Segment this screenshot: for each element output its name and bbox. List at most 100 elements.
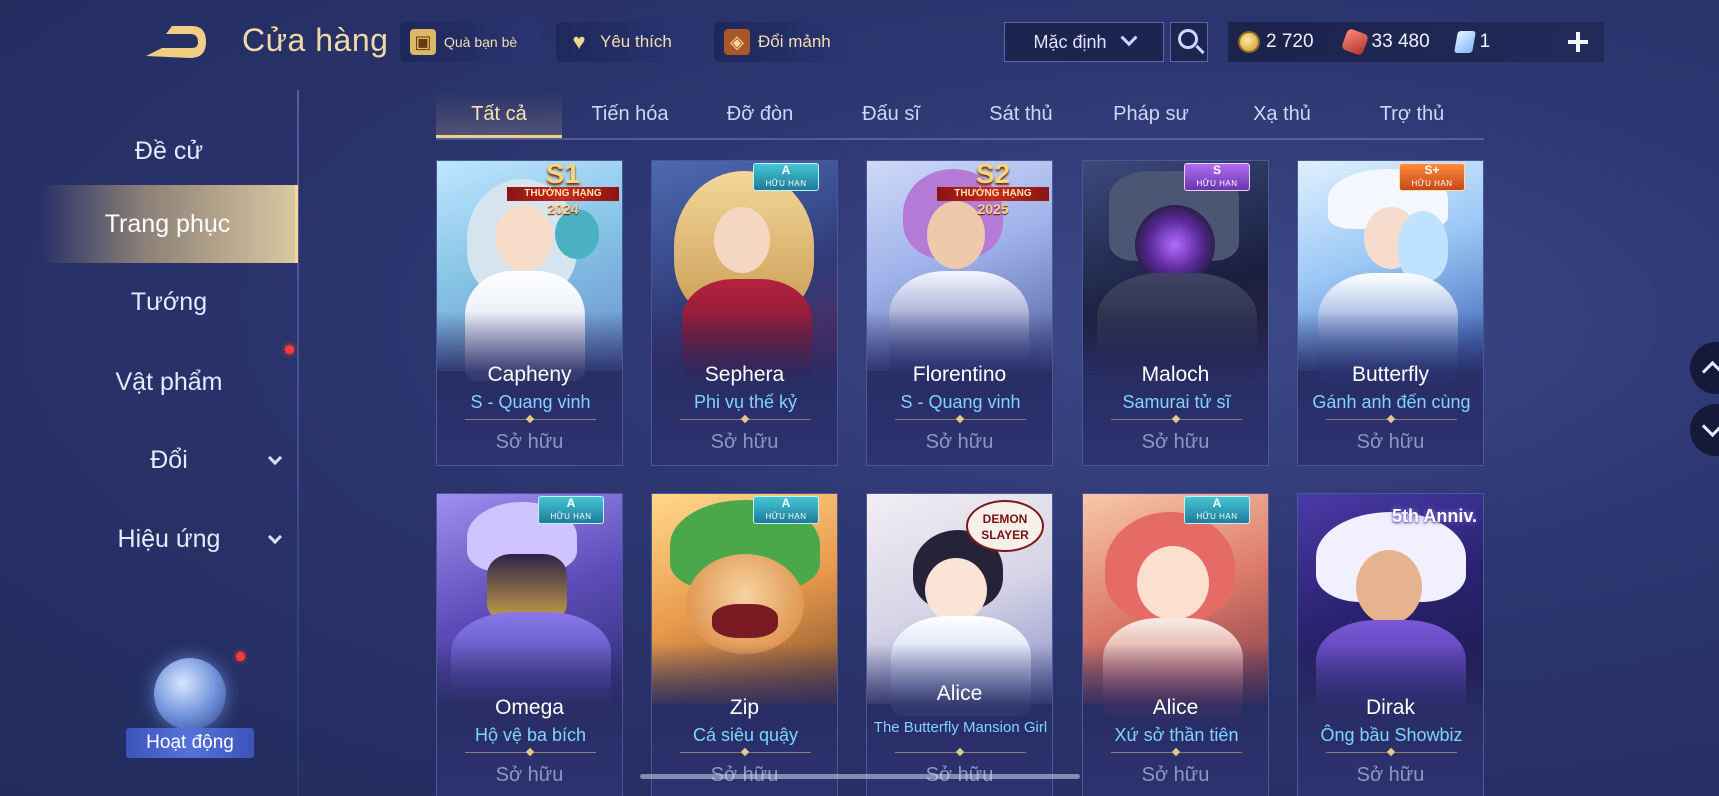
collab-logo: DEMON SLAYER [966, 500, 1044, 552]
skin-name: Ông bầu Showbiz [1320, 725, 1463, 745]
skin-card-zip[interactable]: AHỮU HẠN Zip Cá siêu quậy Sở hữu [651, 493, 838, 796]
sidebar-item-label: Hiệu ứng [117, 524, 221, 553]
favorites-label: Yêu thích [600, 32, 672, 51]
owned-status: Sở hữu [1356, 431, 1425, 453]
sort-value: Mặc định [1033, 31, 1107, 52]
notification-dot [285, 345, 294, 354]
category-tabs: Tất cả Tiến hóa Đỡ đòn Đấu sĩ Sát thủ Ph… [436, 92, 1484, 140]
tab-all[interactable]: Tất cả [436, 92, 562, 138]
skin-card-maloch[interactable]: S HỮU HẠN Maloch Samurai tử sĩ Sở hữu [1082, 160, 1269, 466]
chevron-down-icon [267, 450, 283, 466]
sidebar-item-items[interactable]: Vật phẩm [40, 343, 298, 421]
skin-name: Gánh anh đến cùng [1312, 392, 1471, 412]
card-amount: 1 [1479, 31, 1491, 52]
sidebar-item-label: Tướng [130, 287, 208, 316]
tab-mage[interactable]: Pháp sư [1088, 92, 1214, 138]
tab-fighter[interactable]: Đấu sĩ [828, 92, 954, 138]
sidebar-item-exchange[interactable]: Đổi [40, 421, 298, 499]
scroll-up-button[interactable] [1690, 342, 1719, 394]
tier-badge: S+ HỮU HẠN [1399, 163, 1465, 191]
skin-card-omega[interactable]: A HỮU HẠN Omega Hộ vệ ba bích Sở hữu [436, 493, 623, 796]
owned-status: Sở hữu [710, 431, 779, 453]
search-button[interactable] [1170, 22, 1208, 62]
voucher-amount: 33 480 [1371, 31, 1430, 52]
hero-name: Florentino [912, 363, 1007, 386]
skin-card-butterfly[interactable]: S+ HỮU HẠN Butterfly Gánh anh đến cùng Sở… [1297, 160, 1484, 466]
skin-name: S - Quang vinh [900, 392, 1021, 412]
sidebar-item-heroes[interactable]: Tướng [40, 263, 298, 341]
skin-card-alice-wonderland[interactable]: A HỮU HẠN Alice Xứ sở thần tiên Sở hữu [1082, 493, 1269, 796]
tab-marksman[interactable]: Xạ thủ [1219, 92, 1345, 138]
tab-evolution[interactable]: Tiến hóa [567, 92, 693, 138]
tier-badge: A HỮU HẠN [1184, 496, 1250, 524]
owned-status: Sở hữu [495, 764, 564, 786]
sidebar-item-effects[interactable]: Hiệu ứng [40, 500, 298, 578]
events-label: Hoạt động [126, 728, 254, 758]
horizontal-scrollbar[interactable] [640, 774, 1080, 779]
scroll-down-button[interactable] [1690, 404, 1719, 456]
anniversary-badge: 5th Anniv. [1392, 506, 1477, 526]
tier-badge: A HỮU HẠN [753, 496, 819, 524]
skin-name: Cá siêu quậy [692, 725, 799, 745]
skin-name: Hộ vệ ba bích [474, 725, 587, 745]
sidebar-item-label: Đổi [150, 445, 188, 474]
season-rank-badge: S1 THƯỞNG HẠNG 2024 [507, 161, 619, 217]
voucher-icon [1340, 27, 1369, 57]
skin-name: Xứ sở thần tiên [1114, 725, 1239, 745]
skin-grid: S1 THƯỞNG HẠNG 2024 Capheny S - Quang vi… [436, 160, 1486, 796]
tab-support[interactable]: Trợ thủ [1349, 92, 1475, 138]
card-currency: 1 [1453, 31, 1491, 53]
skin-card-alice-butterfly-mansion[interactable]: DEMON SLAYER Alice The Butterfly Mansion … [866, 493, 1053, 796]
gold-amount: 2 720 [1266, 31, 1314, 52]
hero-name: Capheny [487, 363, 572, 386]
gift-icon: ▣ [410, 29, 436, 55]
events-orb-icon [154, 658, 226, 730]
heart-icon: ♥ [572, 29, 586, 54]
skin-card-florentino[interactable]: S2 THƯỞNG HẠNG 2025 Florentino S - Quang… [866, 160, 1053, 466]
hero-name: Alice [936, 682, 983, 705]
voucher-currency: 33 480 [1340, 27, 1430, 57]
owned-status: Sở hữu [1356, 764, 1425, 786]
tab-tank[interactable]: Đỡ đòn [697, 92, 823, 138]
tier-badge: A HỮU HẠN [538, 496, 604, 524]
chevron-down-icon [267, 529, 283, 545]
owned-status: Sở hữu [495, 431, 564, 453]
back-arrow-icon[interactable] [140, 22, 210, 62]
sidebar-item-skins[interactable]: Trang phục [40, 185, 298, 263]
sidebar-item-recommended[interactable]: Đề cử [40, 112, 298, 190]
hero-name: Zip [729, 696, 760, 719]
card-icon [1453, 31, 1476, 53]
friend-gift-button[interactable]: ▣ Quà bạn bè [400, 22, 542, 62]
owned-status: Sở hữu [1141, 431, 1210, 453]
owned-status: Sở hữu [1141, 764, 1210, 786]
season-rank-badge: S2 THƯỞNG HẠNG 2025 [937, 161, 1049, 217]
sidebar-item-label: Vật phẩm [115, 367, 223, 396]
sidebar-item-label: Trang phục [104, 209, 231, 238]
skin-name: The Butterfly Mansion Girl [873, 719, 1048, 736]
owned-status: Sở hữu [925, 431, 994, 453]
hero-name: Maloch [1141, 363, 1210, 386]
skin-name: Samurai tử sĩ [1122, 392, 1231, 412]
notification-dot [236, 652, 245, 661]
skin-card-dirak[interactable]: 5th Anniv. Dirak Ông bầu Showbiz Sở hữu [1297, 493, 1484, 796]
hero-name: Dirak [1365, 696, 1415, 719]
friend-gift-label: Quà bạn bè [444, 34, 518, 50]
shard-chest-icon: ◈ [724, 29, 750, 55]
skin-name: S - Quang vinh [470, 392, 591, 412]
skin-card-sephera[interactable]: A HỮU HẠN Sephera Phi vụ thế kỷ Sở hữu [651, 160, 838, 466]
gold-coin-icon [1238, 31, 1260, 53]
shard-exchange-button[interactable]: ◈ Đổi mảnh [714, 22, 854, 62]
chevron-down-icon [1120, 29, 1138, 47]
currency-bar: 2 720 33 480 1 [1228, 22, 1604, 62]
events-button[interactable]: Hoạt động [126, 652, 254, 772]
favorites-button[interactable]: ♥ Yêu thích [556, 22, 694, 62]
sort-dropdown[interactable]: Mặc định [1004, 22, 1164, 62]
tab-assassin[interactable]: Sát thủ [958, 92, 1084, 138]
hero-name: Alice [1152, 696, 1199, 719]
add-currency-button[interactable] [1560, 24, 1596, 60]
skin-name: Phi vụ thế kỷ [693, 392, 798, 412]
sidebar-item-label: Đề cử [134, 136, 204, 165]
skin-card-capheny[interactable]: S1 THƯỞNG HẠNG 2024 Capheny S - Quang vi… [436, 160, 623, 466]
page-title: Cửa hàng [242, 22, 389, 58]
tier-badge: A HỮU HẠN [753, 163, 819, 191]
